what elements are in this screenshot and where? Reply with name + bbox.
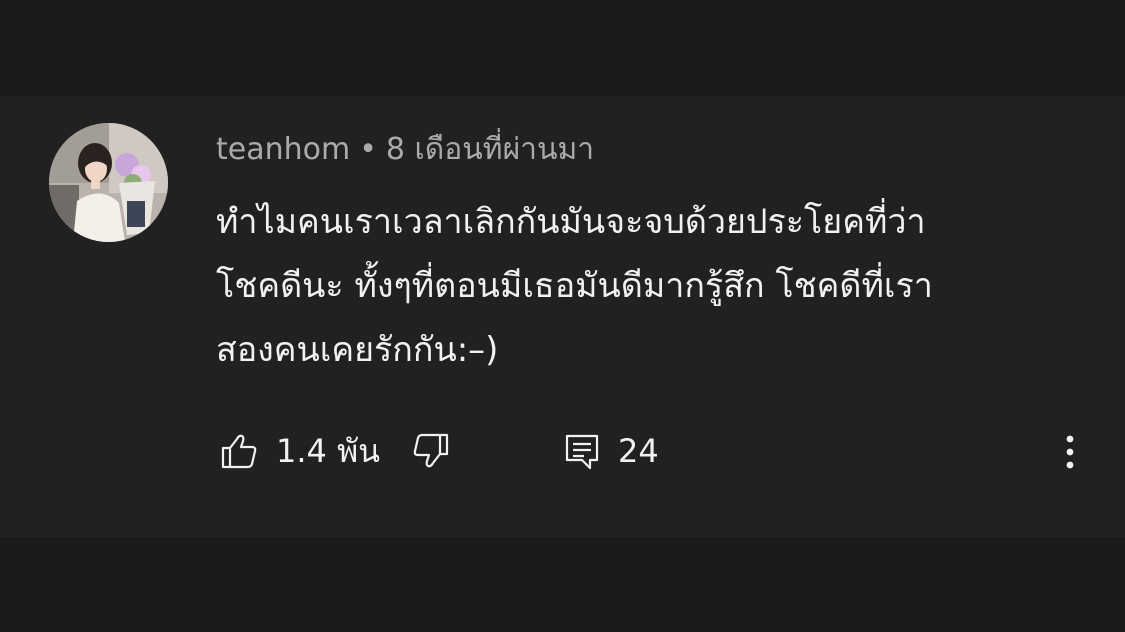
more-vertical-icon [1066, 435, 1074, 469]
comment-line: ทำไมคนเราเวลาเลิกกันมันจะจบด้วยประโยคที่… [216, 202, 926, 242]
thumbs-up-icon [221, 434, 257, 469]
reply-count: 24 [618, 432, 659, 470]
comment-icon [565, 434, 599, 470]
comment-header: teanhom • 8 เดือนที่ผ่านมา [216, 128, 594, 172]
timestamp[interactable]: 8 เดือนที่ผ่านมา [386, 132, 594, 167]
separator-dot: • [359, 132, 377, 167]
comment-card: teanhom • 8 เดือนที่ผ่านมา ทำไมคนเราเวลาเล… [0, 96, 1125, 537]
top-background [0, 0, 1125, 96]
dislike-button[interactable] [411, 431, 451, 471]
comment-line: โชคดีนะ ทั้งๆที่ตอนมีเธอมันดีมากรู้สึก โ… [216, 266, 933, 306]
like-button[interactable] [219, 431, 259, 471]
like-count: 1.4 พัน [276, 432, 381, 470]
reply-button[interactable] [562, 431, 602, 471]
comment-line: สองคนเคยรักกัน:–) [216, 330, 499, 370]
more-options-button[interactable] [1050, 431, 1090, 471]
avatar-photo [49, 123, 168, 242]
thumbs-down-icon [413, 433, 449, 468]
comment-text: ทำไมคนเราเวลาเลิกกันมันจะจบด้วยประโยคที่… [216, 190, 1076, 382]
avatar[interactable] [49, 123, 168, 242]
bottom-background [0, 537, 1125, 632]
author-name[interactable]: teanhom [216, 132, 350, 167]
comment-actions: 1.4 พัน 24 [0, 426, 1125, 476]
